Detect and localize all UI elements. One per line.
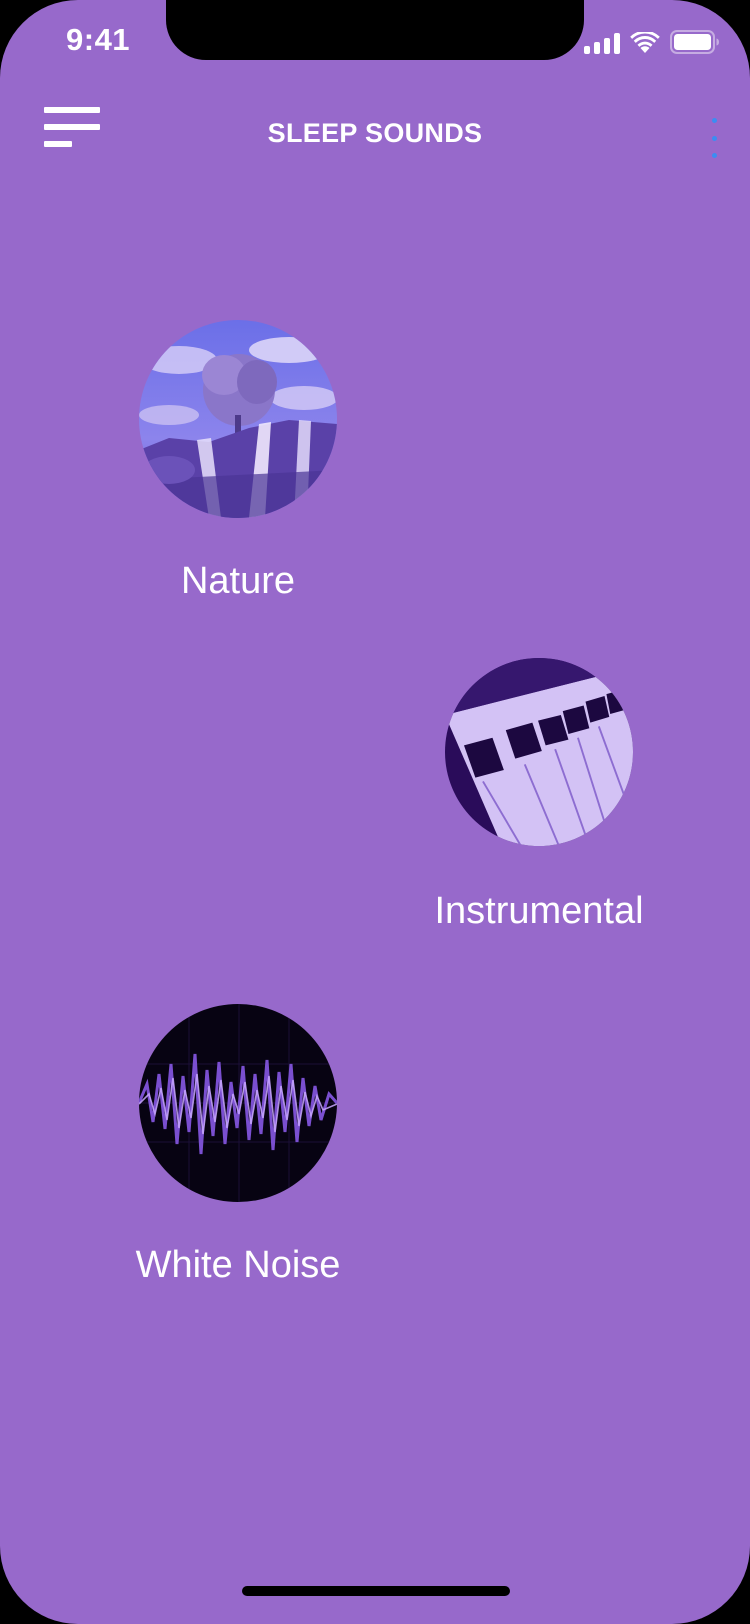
more-vertical-icon [711,118,717,123]
category-instrumental-label: Instrumental [434,890,644,932]
wifi-icon [630,32,660,53]
phone-frame: 9:41 SLEEP SOUNDS Nature Instrumental Wh… [0,0,750,1624]
instrumental-piano-image [445,658,633,846]
category-white-noise[interactable]: White Noise [128,1004,348,1287]
home-indicator[interactable] [242,1586,510,1596]
page-title: SLEEP SOUNDS [267,118,483,148]
more-options-button[interactable] [704,118,724,158]
app-screen: 9:41 SLEEP SOUNDS Nature Instrumental Wh… [0,0,750,1624]
category-white-noise-label: White Noise [135,1244,341,1286]
category-nature[interactable]: Nature [138,320,338,603]
status-time: 9:41 [66,22,131,57]
status-icons [584,30,720,54]
more-vertical-icon-dot [711,153,717,158]
category-nature-label: Nature [180,560,296,602]
signal-icon [584,32,620,54]
nature-waterfall-image [139,320,337,518]
white-noise-wave-image [139,1004,337,1202]
device-notch [166,0,584,60]
more-vertical-icon-dot [711,135,717,141]
category-instrumental[interactable]: Instrumental [428,658,650,933]
battery-icon [670,30,719,54]
